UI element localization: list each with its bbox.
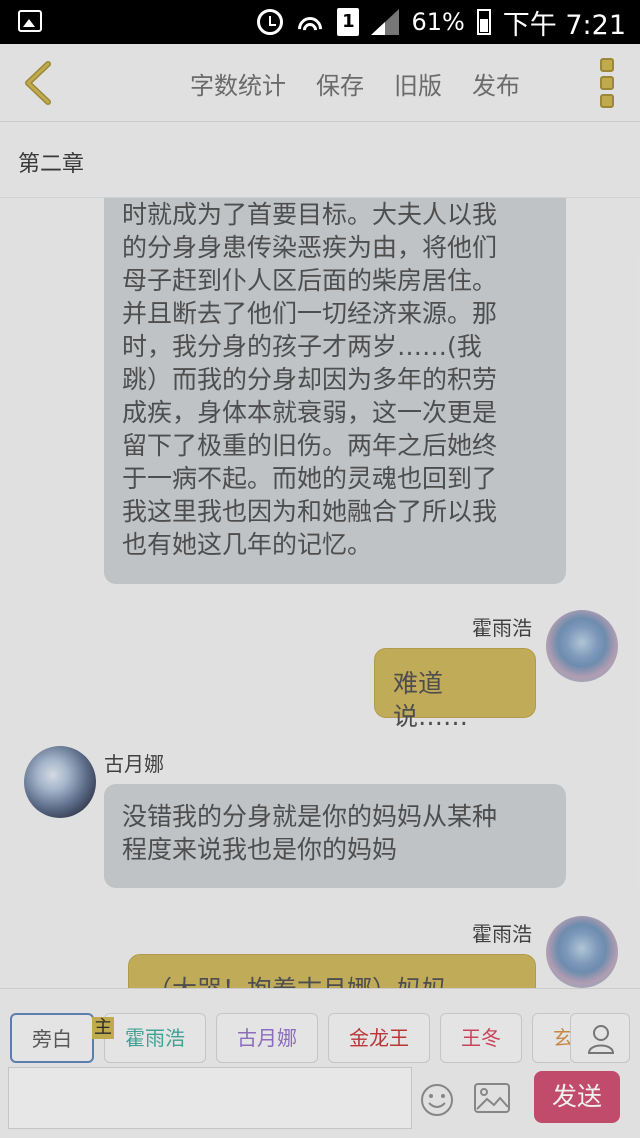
message-bubble[interactable]: （大哭！抱着古月娜）妈妈……呜 <box>128 954 536 988</box>
message-input[interactable] <box>8 1067 412 1129</box>
top-nav: 字数统计 保存 旧版 发布 <box>0 44 640 122</box>
message-text: 难道说…… <box>393 669 469 731</box>
avatar[interactable] <box>546 610 618 682</box>
word-count-button[interactable]: 字数统计 <box>190 66 286 101</box>
alarm-icon <box>257 9 284 35</box>
battery-percent: 61% <box>411 8 465 36</box>
role-gu-yuena[interactable]: 古月娜 <box>216 1013 318 1063</box>
role-huo-yuhao[interactable]: 霍雨浩 <box>104 1013 206 1063</box>
avatar[interactable] <box>546 916 618 988</box>
role-xuan-lao[interactable]: 玄老 <box>532 1013 570 1063</box>
status-bar: 1 61% 下午 7:21 <box>0 0 640 44</box>
person-icon <box>587 1025 615 1054</box>
sender-name: 霍雨浩 <box>472 922 532 946</box>
composer-bar: 旁白 霍雨浩 古月娜 金龙王 王冬 玄老 主 发送 <box>0 988 640 1138</box>
sender-name: 霍雨浩 <box>472 616 532 640</box>
avatar[interactable] <box>24 746 96 818</box>
image-icon[interactable] <box>474 1083 510 1113</box>
message-text: 没错我的分身就是你的妈妈从某种 程度来说我也是你的妈妈 <box>122 802 498 864</box>
message-text: （大哭！抱着古月娜）妈妈……呜 <box>147 973 517 988</box>
message-bubble[interactable]: 时就成为了首要目标。大夫人以我 的分身身患传染恶疾为由，将他们 母子赶到仆人区后… <box>104 198 566 584</box>
chapter-bar: 第二章 <box>0 122 640 198</box>
role-wang-dong[interactable]: 王冬 <box>440 1013 522 1063</box>
send-button[interactable]: 发送 <box>534 1071 620 1123</box>
save-button[interactable]: 保存 <box>316 66 364 101</box>
message-bubble[interactable]: 没错我的分身就是你的妈妈从某种 程度来说我也是你的妈妈 <box>104 784 566 888</box>
sim-icon: 1 <box>337 8 360 36</box>
old-version-button[interactable]: 旧版 <box>394 66 442 101</box>
gallery-icon <box>18 10 42 32</box>
back-arrow-icon[interactable] <box>20 58 60 108</box>
main-character-tag: 主 <box>92 1017 114 1039</box>
wifi-icon <box>295 9 326 35</box>
chat-area[interactable]: 时就成为了首要目标。大夫人以我 的分身身患传染恶疾为由，将他们 母子赶到仆人区后… <box>0 198 640 988</box>
message-text: 时就成为了首要目标。大夫人以我 的分身身患传染恶疾为由，将他们 母子赶到仆人区后… <box>122 200 498 559</box>
nav-actions: 字数统计 保存 旧版 发布 <box>190 66 520 101</box>
battery-icon <box>476 9 491 35</box>
status-right: 1 61% 下午 7:21 <box>257 6 626 41</box>
message-bubble[interactable]: 难道说…… <box>374 648 536 731</box>
role-narrator[interactable]: 旁白 <box>10 1013 94 1063</box>
sender-name: 古月娜 <box>104 752 164 776</box>
publish-button[interactable]: 发布 <box>472 66 520 101</box>
clock: 下午 7:21 <box>502 9 626 41</box>
add-role-button[interactable] <box>570 1013 630 1063</box>
signal-icon <box>371 9 400 35</box>
role-golden-dragon-king[interactable]: 金龙王 <box>328 1013 430 1063</box>
more-icon[interactable] <box>600 58 618 108</box>
emoji-icon[interactable] <box>420 1083 454 1117</box>
chapter-title[interactable]: 第二章 <box>18 146 84 178</box>
